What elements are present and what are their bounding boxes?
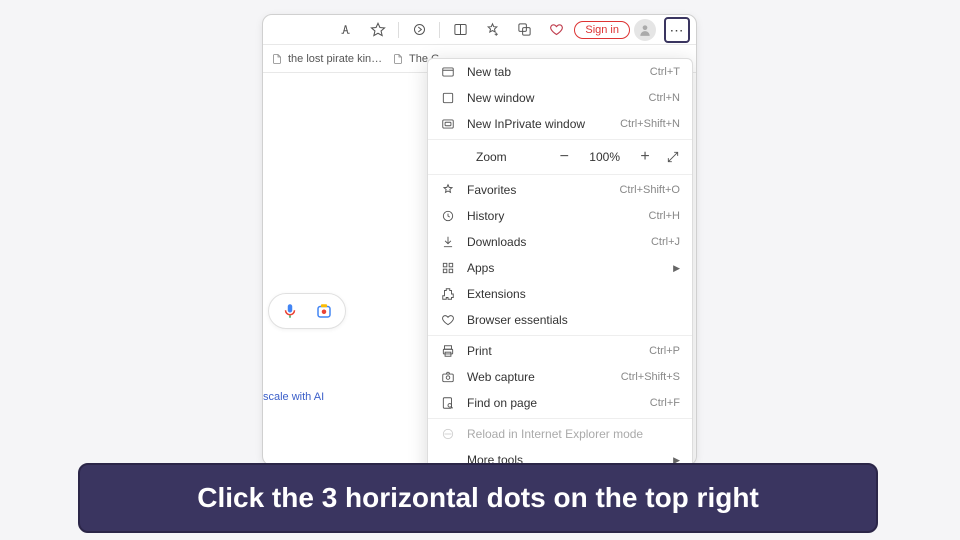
menu-label: Favorites: [467, 183, 608, 197]
menu-web-capture[interactable]: Web capture Ctrl+Shift+S: [428, 364, 692, 390]
menu-favorites[interactable]: Favorites Ctrl+Shift+O: [428, 177, 692, 203]
fullscreen-icon[interactable]: [666, 150, 680, 164]
window-icon: [440, 90, 456, 106]
menu-separator: [428, 139, 692, 140]
menu-shortcut: Ctrl+Shift+S: [621, 371, 680, 383]
menu-shortcut: Ctrl+F: [650, 397, 680, 409]
menu-new-tab[interactable]: New tab Ctrl+T: [428, 59, 692, 85]
menu-label: Reload in Internet Explorer mode: [467, 427, 680, 441]
menu-print[interactable]: Print Ctrl+P: [428, 338, 692, 364]
menu-label: New tab: [467, 65, 639, 79]
menu-zoom: Zoom − 100% +: [428, 142, 692, 172]
lens-icon[interactable]: [315, 302, 333, 320]
favorite-icon[interactable]: [364, 17, 392, 43]
menu-label: Print: [467, 344, 638, 358]
read-aloud-icon[interactable]: [332, 17, 360, 43]
menu-shortcut: Ctrl+J: [651, 236, 680, 248]
inprivate-icon: [440, 116, 456, 132]
page-icon: [392, 53, 404, 65]
tab[interactable]: the lost pirate king...: [271, 53, 386, 65]
ie-icon: [440, 426, 456, 442]
print-icon: [440, 343, 456, 359]
browser-toolbar: Sign in ⋯: [263, 15, 696, 45]
split-screen-icon[interactable]: [446, 17, 474, 43]
menu-shortcut: Ctrl+H: [649, 210, 680, 222]
collections-icon[interactable]: [405, 17, 433, 43]
menu-label: Find on page: [467, 396, 639, 410]
menu-shortcut: Ctrl+T: [650, 66, 680, 78]
menu-extensions[interactable]: Extensions: [428, 281, 692, 307]
instruction-caption: Click the 3 horizontal dots on the top r…: [78, 463, 878, 533]
profile-avatar[interactable]: [634, 19, 656, 41]
toolbar-divider: [439, 22, 440, 38]
sign-in-label: Sign in: [585, 24, 619, 36]
menu-downloads[interactable]: Downloads Ctrl+J: [428, 229, 692, 255]
menu-label: Browser essentials: [467, 313, 680, 327]
download-icon: [440, 234, 456, 250]
menu-label: Downloads: [467, 235, 640, 249]
settings-menu: New tab Ctrl+T New window Ctrl+N New InP…: [427, 58, 693, 466]
zoom-in-button[interactable]: +: [634, 148, 656, 166]
ai-link[interactable]: scale with AI: [263, 391, 324, 403]
menu-label: New window: [467, 91, 638, 105]
menu-shortcut: Ctrl+P: [649, 345, 680, 357]
settings-menu-button[interactable]: ⋯: [664, 17, 690, 43]
mic-icon[interactable]: [281, 302, 299, 320]
zoom-label: Zoom: [466, 150, 543, 164]
three-dots-icon: ⋯: [670, 23, 685, 37]
heart-icon[interactable]: [542, 17, 570, 43]
extensions-icon: [440, 286, 456, 302]
menu-new-window[interactable]: New window Ctrl+N: [428, 85, 692, 111]
zoom-value: 100%: [589, 150, 620, 164]
search-box[interactable]: [268, 293, 346, 329]
menu-find[interactable]: Find on page Ctrl+F: [428, 390, 692, 416]
camera-icon: [440, 369, 456, 385]
pulse-icon: [440, 312, 456, 328]
apps-icon: [440, 260, 456, 276]
menu-separator: [428, 174, 692, 175]
page-icon: [271, 53, 283, 65]
menu-reload-ie: Reload in Internet Explorer mode: [428, 421, 692, 447]
history-icon: [440, 208, 456, 224]
menu-history[interactable]: History Ctrl+H: [428, 203, 692, 229]
menu-apps[interactable]: Apps ▶: [428, 255, 692, 281]
favorites-star-icon[interactable]: [478, 17, 506, 43]
caption-text: Click the 3 horizontal dots on the top r…: [197, 482, 759, 514]
menu-new-inprivate[interactable]: New InPrivate window Ctrl+Shift+N: [428, 111, 692, 137]
menu-shortcut: Ctrl+N: [649, 92, 680, 104]
menu-separator: [428, 335, 692, 336]
new-tab-icon: [440, 64, 456, 80]
favorites-icon: [440, 182, 456, 198]
menu-label: History: [467, 209, 638, 223]
menu-label: Apps: [467, 261, 662, 275]
submenu-arrow-icon: ▶: [673, 263, 680, 274]
menu-shortcut: Ctrl+Shift+N: [620, 118, 680, 130]
menu-separator: [428, 418, 692, 419]
menu-shortcut: Ctrl+Shift+O: [619, 184, 680, 196]
menu-label: New InPrivate window: [467, 117, 609, 131]
menu-label: Web capture: [467, 370, 610, 384]
toolbar-divider: [398, 22, 399, 38]
collections-add-icon[interactable]: [510, 17, 538, 43]
zoom-out-button[interactable]: −: [553, 148, 575, 166]
tab-label: the lost pirate king...: [288, 53, 386, 65]
menu-essentials[interactable]: Browser essentials: [428, 307, 692, 333]
browser-window: Sign in ⋯ the lost pirate king... The G …: [262, 14, 697, 466]
search-icon: [440, 395, 456, 411]
menu-label: Extensions: [467, 287, 680, 301]
sign-in-button[interactable]: Sign in: [574, 21, 630, 39]
